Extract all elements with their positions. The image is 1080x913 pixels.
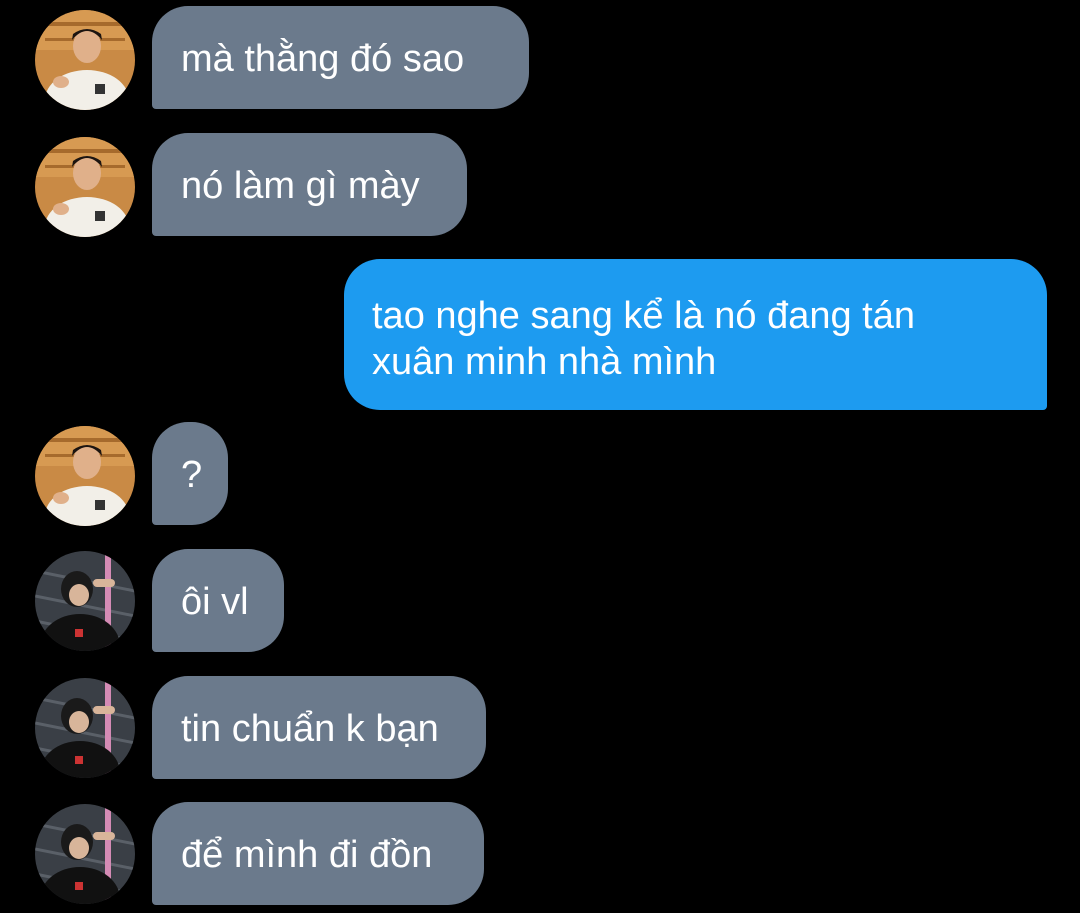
- message-text-line: tao nghe sang kể là nó đang tán: [372, 295, 916, 337]
- message-text: để mình đi đồn: [181, 834, 433, 876]
- contact-avatar-b[interactable]: [35, 551, 135, 651]
- contact-avatar-a[interactable]: [35, 10, 135, 110]
- message-row: để mình đi đồn: [0, 802, 1080, 905]
- outgoing-message-bubble[interactable]: tao nghe sang kể là nó đang tán xuân min…: [344, 259, 1047, 410]
- incoming-message-bubble[interactable]: mà thằng đó sao: [152, 6, 529, 109]
- incoming-message-bubble[interactable]: để mình đi đồn: [152, 802, 484, 905]
- contact-avatar-a[interactable]: [35, 137, 135, 237]
- message-row: mà thằng đó sao: [0, 6, 1080, 110]
- message-text: tin chuẩn k bạn: [181, 708, 439, 750]
- message-text: nó làm gì mày: [181, 165, 420, 207]
- message-text: mà thằng đó sao: [181, 38, 465, 80]
- incoming-message-bubble[interactable]: ?: [152, 422, 228, 525]
- contact-avatar-a[interactable]: [35, 426, 135, 526]
- incoming-message-bubble[interactable]: tin chuẩn k bạn: [152, 676, 486, 779]
- message-row: tin chuẩn k bạn: [0, 676, 1080, 779]
- contact-avatar-b[interactable]: [35, 678, 135, 778]
- message-text-line: xuân minh nhà mình: [372, 341, 717, 383]
- message-row: ?: [0, 422, 1080, 526]
- message-text: ?: [181, 454, 203, 496]
- contact-avatar-b[interactable]: [35, 804, 135, 904]
- message-text: ôi vl: [181, 581, 249, 623]
- message-row: nó làm gì mày: [0, 133, 1080, 237]
- incoming-message-bubble[interactable]: ôi vl: [152, 549, 284, 652]
- incoming-message-bubble[interactable]: nó làm gì mày: [152, 133, 467, 236]
- message-row: ôi vl: [0, 549, 1080, 652]
